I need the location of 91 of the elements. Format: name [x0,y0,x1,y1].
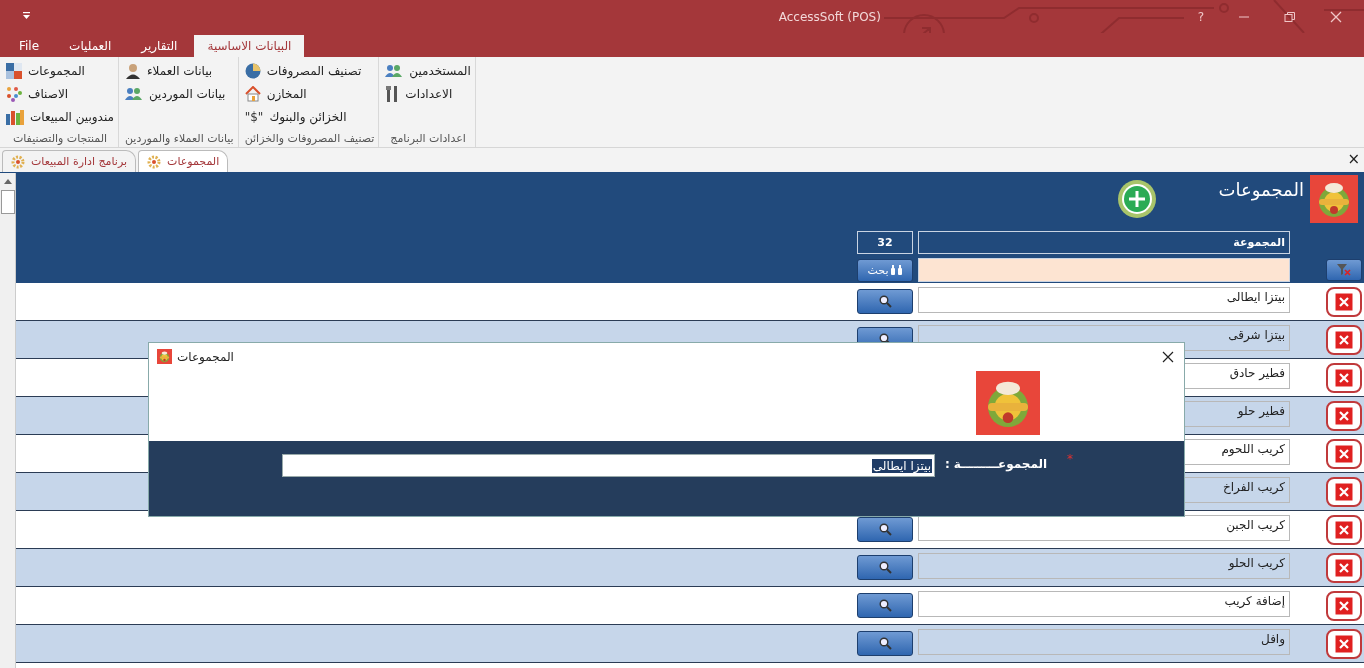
delete-button[interactable] [1326,324,1362,355]
person-icon [124,63,141,79]
open-button[interactable] [857,631,913,656]
open-button[interactable] [857,517,913,542]
column-header: المجموعة [918,231,1290,255]
ribbon-button[interactable]: مندوبين المبيعات [6,107,114,127]
group-label: بيانات العملاء والموردين [124,132,234,145]
ribbon-tab[interactable]: البيانات الاساسية [194,35,305,57]
field-label: المجموعـــــــــة [953,457,1048,471]
group-name-field[interactable]: بيتزا ايطالى [918,287,1290,313]
close-button[interactable]: × [1347,150,1360,168]
close-icon [1335,596,1353,615]
users-icon [385,64,404,78]
search-button[interactable]: بحث [857,258,913,282]
help-button[interactable]: ? [1197,9,1204,24]
scroll-up-icon[interactable] [3,178,12,184]
close-icon [1335,368,1353,387]
pie-chart-icon [244,63,261,79]
close-icon [1335,634,1353,653]
scrollbar[interactable] [0,173,16,668]
field-value: بيتزا ايطالى [871,458,932,473]
record-count: 32 [857,231,913,255]
logo [976,371,1040,435]
users-icon [124,87,143,101]
delete-button[interactable] [1326,514,1362,545]
restore-icon[interactable] [1284,10,1296,23]
close-icon [1335,558,1353,577]
dots-icon [6,86,22,102]
customize-icon[interactable] [22,12,31,21]
search-icon [878,295,892,308]
search-icon [878,599,892,612]
ribbon-button[interactable]: الاصناف [6,84,114,104]
group-name-field[interactable]: إضافة كريب [918,591,1290,617]
search-icon [878,561,892,574]
ribbon-button[interactable]: المستخدمين [385,61,471,81]
open-button[interactable] [857,593,913,618]
ribbon-button[interactable]: الاعدادات [385,84,471,104]
form-title: المجموعات [1218,179,1304,200]
group-label: المنتجات والتصنيفات [11,132,109,145]
delete-button[interactable] [1326,590,1362,621]
scroll-thumb[interactable] [0,190,15,214]
dollar-icon: "$" [244,110,264,124]
open-button[interactable] [857,555,913,580]
search-field[interactable] [918,258,1290,283]
close-icon [1335,520,1353,539]
open-button[interactable] [857,289,913,314]
search-icon [878,637,892,650]
ribbon-button[interactable]: "$" الخزائن والبنوك [244,107,375,127]
close-icon[interactable] [1162,350,1174,363]
close-icon [1335,406,1353,425]
ribbon-button[interactable]: المخازن [244,84,375,104]
delete-button[interactable] [1326,552,1362,583]
group-name-field[interactable]: وافل [918,629,1290,655]
ribbon-button[interactable]: بيانات الموردين [124,84,234,104]
tools-icon [385,86,400,102]
tiles-icon [6,63,22,79]
ribbon-button[interactable]: بيانات العملاء [124,61,234,81]
close-icon [1335,292,1353,311]
ribbon-button[interactable]: تصنيف المصروفات [244,61,375,81]
logo [1310,175,1358,223]
close-icon [1335,444,1353,463]
ribbon-tab[interactable]: File [6,35,53,57]
delete-button[interactable] [1326,438,1362,469]
close-icon [1335,482,1353,501]
gear-icon [147,154,162,169]
dialog-title: المجموعات [177,349,234,364]
house-icon [244,86,261,102]
group-label: اعدادات البرنامج [389,132,467,145]
close-icon [1335,330,1353,349]
group-name-field[interactable]: كريب الحلو [918,553,1290,579]
ribbon-button[interactable]: المجموعات [6,61,114,81]
input-field[interactable]: بيتزا ايطالى [282,454,935,477]
group-label: تصنيف المصروفات والخزائن [244,132,375,145]
window-title: AccessSoft (POS) [777,9,882,24]
document-tab[interactable]: برنامج ادارة المبيعات [2,150,137,172]
ribbon-tab[interactable]: العمليات [56,35,125,57]
add-icon[interactable] [1116,179,1157,219]
delete-button[interactable] [1326,286,1362,317]
delete-button[interactable] [1326,628,1362,659]
document-tab[interactable]: المجموعات [138,150,229,172]
logo [157,349,172,364]
delete-button[interactable] [1326,362,1362,393]
gear-icon [11,154,25,169]
search-icon [878,523,892,536]
delete-button[interactable] [1326,476,1362,507]
ribbon-tab[interactable]: التقارير [128,35,191,57]
filter-clear-icon [1337,264,1351,277]
delete-button[interactable] [1326,400,1362,431]
label-separator: : [945,457,950,471]
required-mark: * [1067,452,1074,466]
clear-filter-button[interactable] [1326,259,1362,282]
